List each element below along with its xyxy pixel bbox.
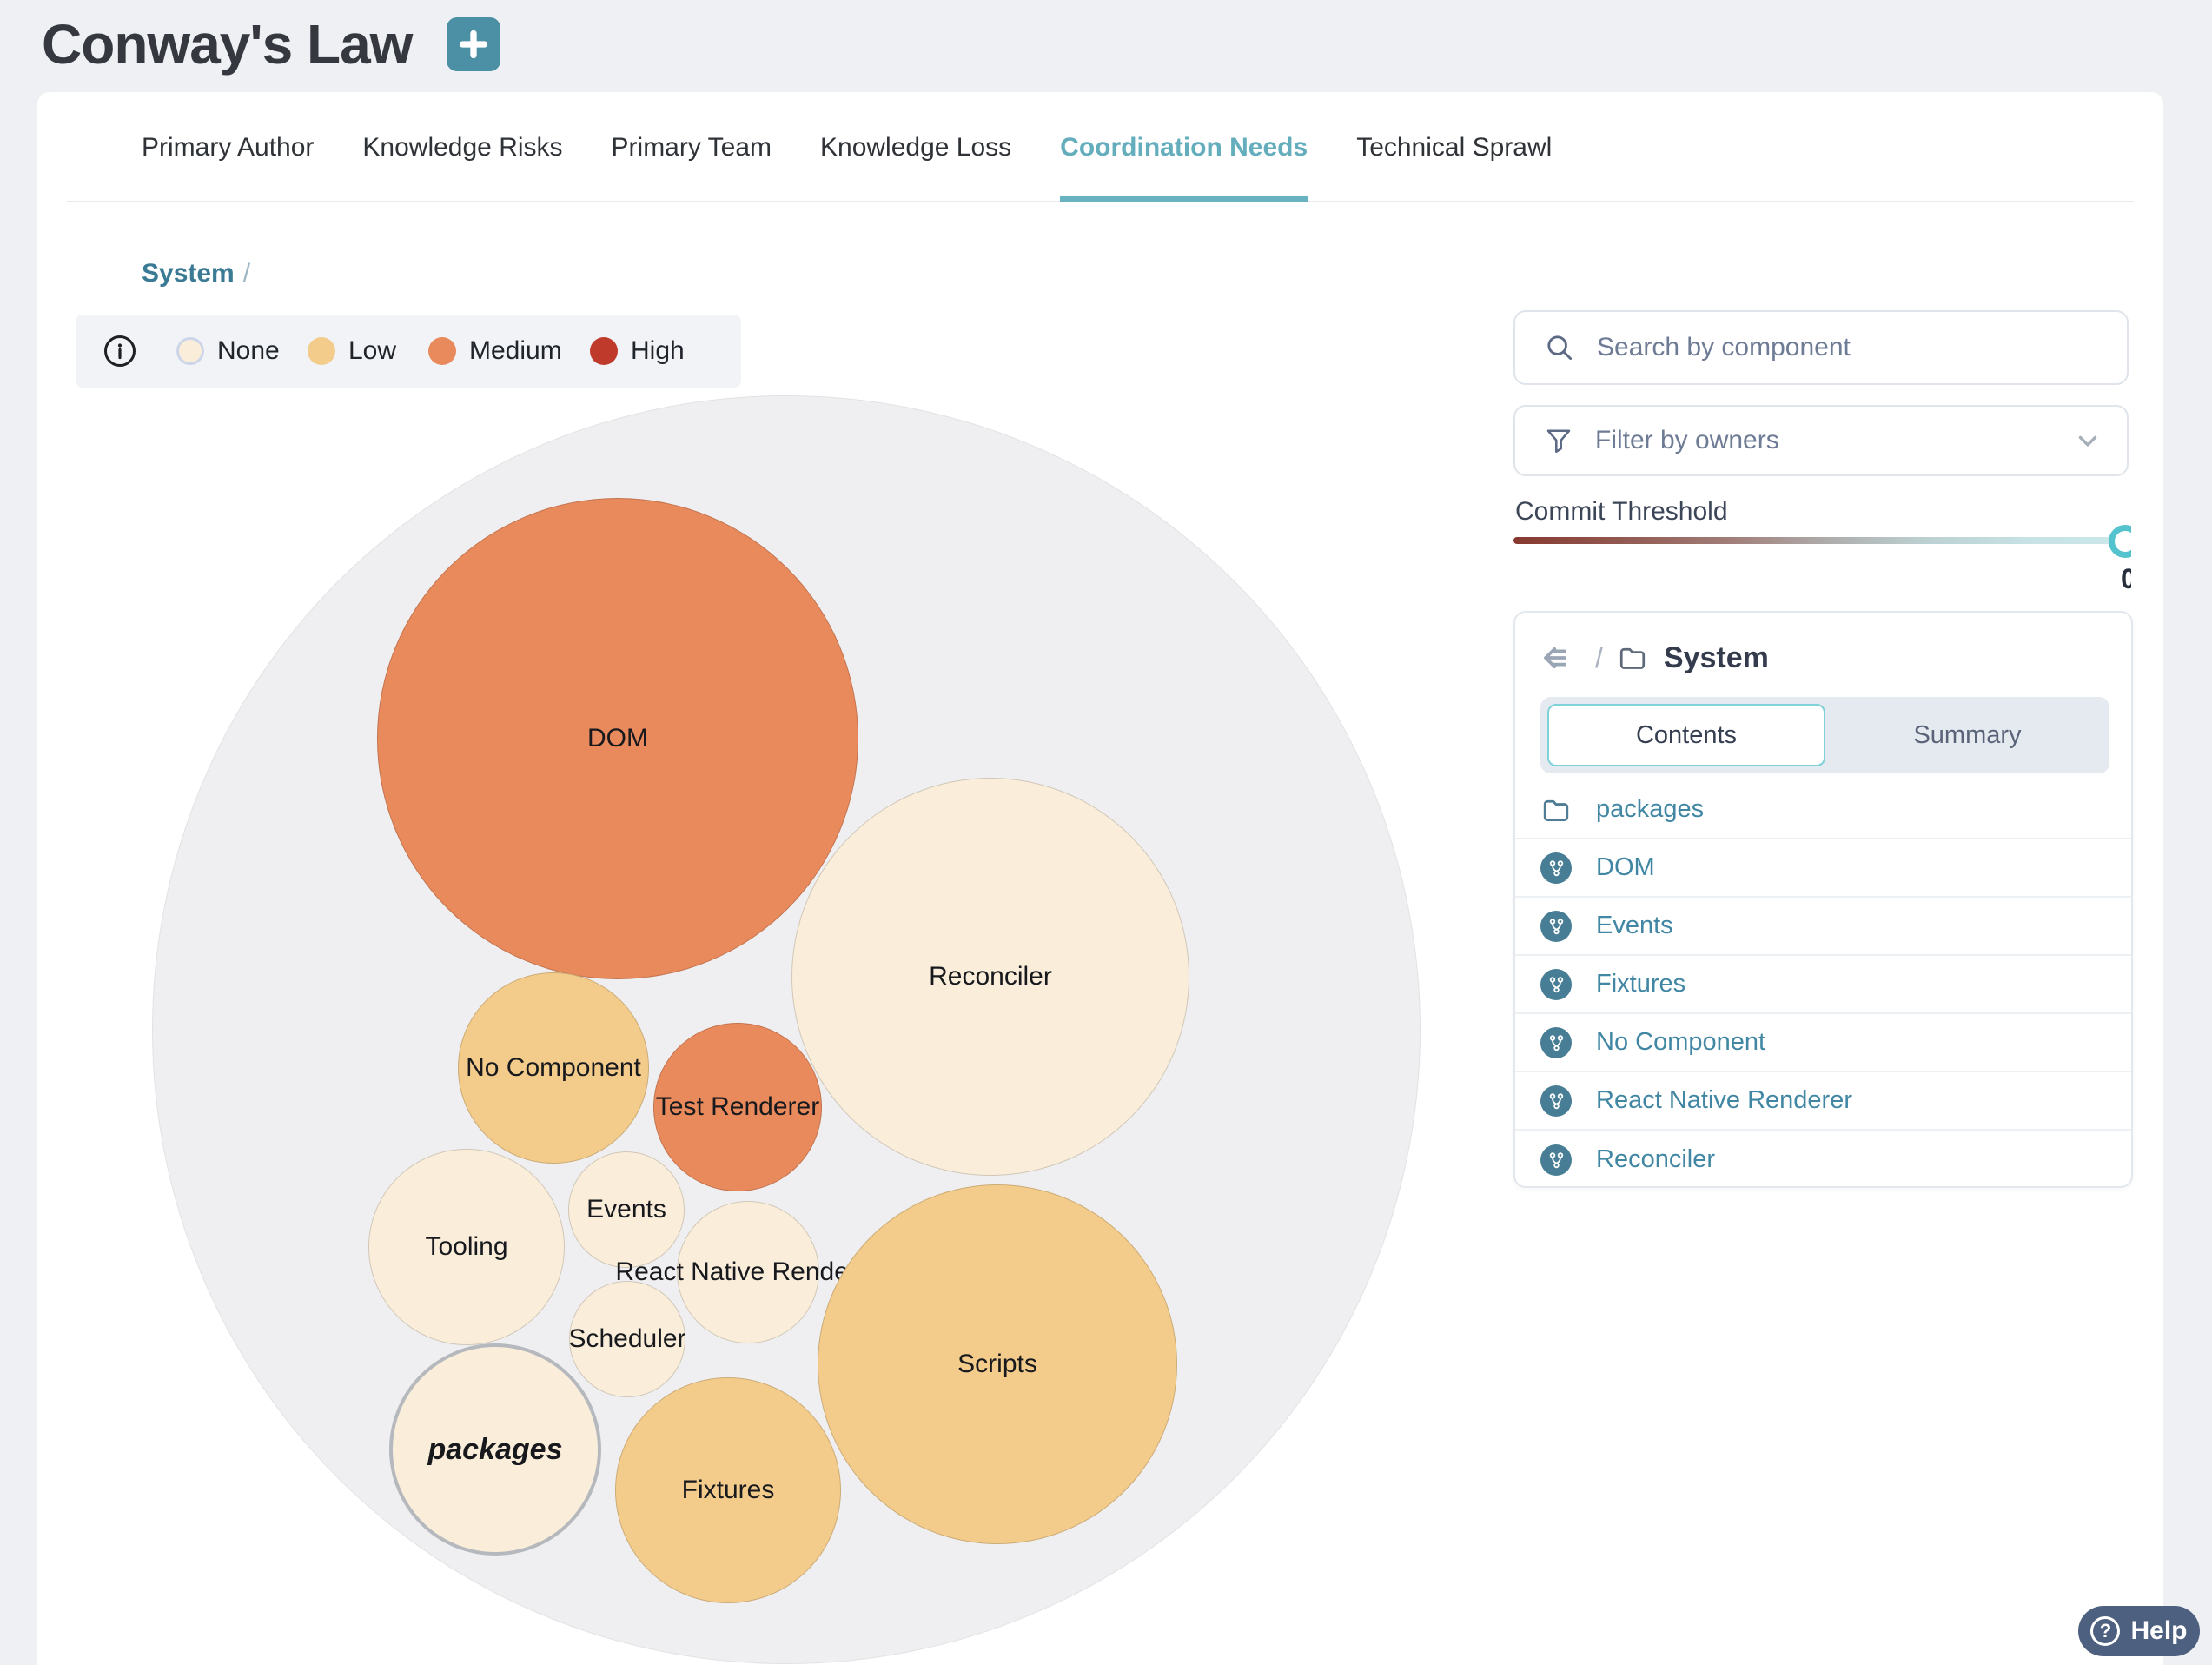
explorer-tabs: Contents Summary: [1540, 697, 2109, 773]
legend-swatch-none: [176, 337, 204, 365]
back-arrow-icon[interactable]: [1541, 643, 1580, 673]
bubble-scheduler[interactable]: Scheduler: [569, 1281, 685, 1397]
search-input[interactable]: Search by component: [1513, 310, 2129, 385]
list-item-label: Events: [1596, 912, 1673, 940]
bubble-label: Fixtures: [682, 1476, 775, 1505]
main-card: Primary Author Knowledge Risks Primary T…: [37, 92, 2163, 1665]
bubble-events[interactable]: Events: [568, 1151, 685, 1268]
bubble-no-component[interactable]: No Component: [458, 972, 649, 1164]
folder-icon: [1617, 642, 1648, 673]
tab-summary[interactable]: Summary: [1825, 697, 2109, 773]
list-item-fixtures[interactable]: Fixtures: [1515, 956, 2131, 1014]
git-branch-icon: [1540, 911, 1572, 942]
bubble-dom[interactable]: DOM: [377, 498, 858, 979]
tab-knowledge-loss[interactable]: Knowledge Loss: [820, 92, 1011, 202]
git-branch-icon: [1540, 1027, 1572, 1058]
breadcrumb-system-link[interactable]: System: [142, 259, 235, 288]
git-branch-icon: [1540, 969, 1572, 1000]
bubble-label: DOM: [587, 724, 648, 753]
tab-coordination-needs[interactable]: Coordination Needs: [1060, 92, 1308, 202]
search-icon: [1543, 331, 1576, 364]
tab-bar: Primary Author Knowledge Risks Primary T…: [142, 92, 1600, 202]
tab-knowledge-risks[interactable]: Knowledge Risks: [362, 92, 562, 202]
filter-placeholder: Filter by owners: [1595, 426, 2073, 455]
help-button-label: Help: [2130, 1616, 2187, 1646]
list-item-label: DOM: [1596, 853, 1655, 882]
page-title: Conway's Law: [42, 12, 412, 76]
bubble-label: Scheduler: [568, 1324, 685, 1354]
list-item-packages[interactable]: packages: [1515, 781, 2131, 839]
list-item-label: React Native Renderer: [1596, 1086, 1852, 1115]
funnel-icon: [1543, 425, 1574, 456]
bubble-label: Test Renderer: [656, 1092, 819, 1122]
breadcrumb: System /: [142, 259, 250, 289]
bubble-react-native-renderer[interactable]: React Native Renderer: [677, 1201, 819, 1343]
add-button[interactable]: [447, 17, 500, 71]
legend-swatch-medium: [428, 337, 456, 365]
list-item-label: Reconciler: [1596, 1145, 1715, 1174]
tab-technical-sprawl[interactable]: Technical Sprawl: [1356, 92, 1552, 202]
chevron-down-icon[interactable]: [2073, 426, 2103, 455]
slider-track[interactable]: [1513, 537, 2131, 544]
git-branch-icon: [1540, 1085, 1572, 1117]
explorer-title: System: [1664, 641, 1769, 675]
info-icon[interactable]: [103, 335, 136, 368]
legend-item-medium: Medium: [428, 315, 562, 388]
plus-icon: [456, 27, 491, 62]
explorer-header: / System: [1541, 639, 1769, 677]
question-mark-icon: ?: [2090, 1616, 2120, 1646]
bubble-label: Scripts: [957, 1350, 1037, 1379]
git-branch-icon: [1540, 852, 1572, 884]
bubble-label: Events: [586, 1195, 666, 1224]
tab-contents[interactable]: Contents: [1547, 704, 1825, 766]
bubble-scripts[interactable]: Scripts: [818, 1184, 1177, 1544]
tab-primary-author[interactable]: Primary Author: [142, 92, 314, 202]
list-item-label: packages: [1596, 795, 1704, 824]
breadcrumb-separator: /: [243, 259, 250, 288]
bubble-label: Tooling: [425, 1232, 507, 1262]
bubble-fixtures[interactable]: Fixtures: [615, 1377, 841, 1603]
list-item-label: No Component: [1596, 1028, 1765, 1057]
bubble-tooling[interactable]: Tooling: [368, 1149, 565, 1345]
bubble-reconciler[interactable]: Reconciler: [791, 778, 1189, 1176]
legend-swatch-high: [590, 337, 618, 365]
help-button[interactable]: ? Help: [2078, 1606, 2200, 1656]
bubble-label: packages: [428, 1433, 563, 1467]
commit-threshold-label: Commit Threshold: [1515, 497, 1728, 527]
bubble-label: No Component: [466, 1053, 641, 1083]
list-item-label: Fixtures: [1596, 970, 1685, 998]
legend-label-high: High: [631, 336, 685, 366]
tab-primary-team[interactable]: Primary Team: [612, 92, 772, 202]
list-item-reconciler[interactable]: Reconciler: [1515, 1131, 2131, 1188]
filter-by-owners-select[interactable]: Filter by owners: [1513, 405, 2129, 476]
list-item-dom[interactable]: DOM: [1515, 839, 2131, 898]
commit-threshold-slider[interactable]: [1513, 525, 2131, 563]
search-placeholder: Search by component: [1597, 333, 2127, 362]
explorer-path-separator: /: [1595, 642, 1603, 674]
git-branch-icon: [1540, 1144, 1572, 1176]
commit-threshold-value: 0: [2121, 563, 2131, 595]
list-item-no-component[interactable]: No Component: [1515, 1014, 2131, 1072]
bubble-label: Reconciler: [929, 962, 1052, 992]
page: Conway's Law Primary Author Knowledge Ri…: [0, 0, 2212, 1665]
legend-label-none: None: [217, 336, 280, 366]
list-item-react-native-renderer[interactable]: React Native Renderer: [1515, 1072, 2131, 1131]
coordination-legend: None Low Medium High: [76, 315, 741, 388]
legend-swatch-low: [308, 337, 335, 365]
slider-handle[interactable]: [2109, 525, 2131, 558]
legend-item-high: High: [590, 315, 685, 388]
legend-label-medium: Medium: [469, 336, 562, 366]
folder-icon: [1540, 794, 1572, 826]
legend-item-none: None: [176, 315, 280, 388]
system-explorer-panel: / System Contents Summary packages: [1513, 611, 2133, 1188]
list-item-events[interactable]: Events: [1515, 898, 2131, 956]
bubble-packages[interactable]: packages: [389, 1343, 601, 1556]
legend-label-low: Low: [348, 336, 396, 366]
explorer-list: packages DOM Events: [1515, 781, 2131, 1188]
bubble-test-renderer[interactable]: Test Renderer: [653, 1023, 822, 1191]
legend-item-low: Low: [308, 315, 396, 388]
slider-value-wrap: 0: [1513, 561, 2131, 598]
